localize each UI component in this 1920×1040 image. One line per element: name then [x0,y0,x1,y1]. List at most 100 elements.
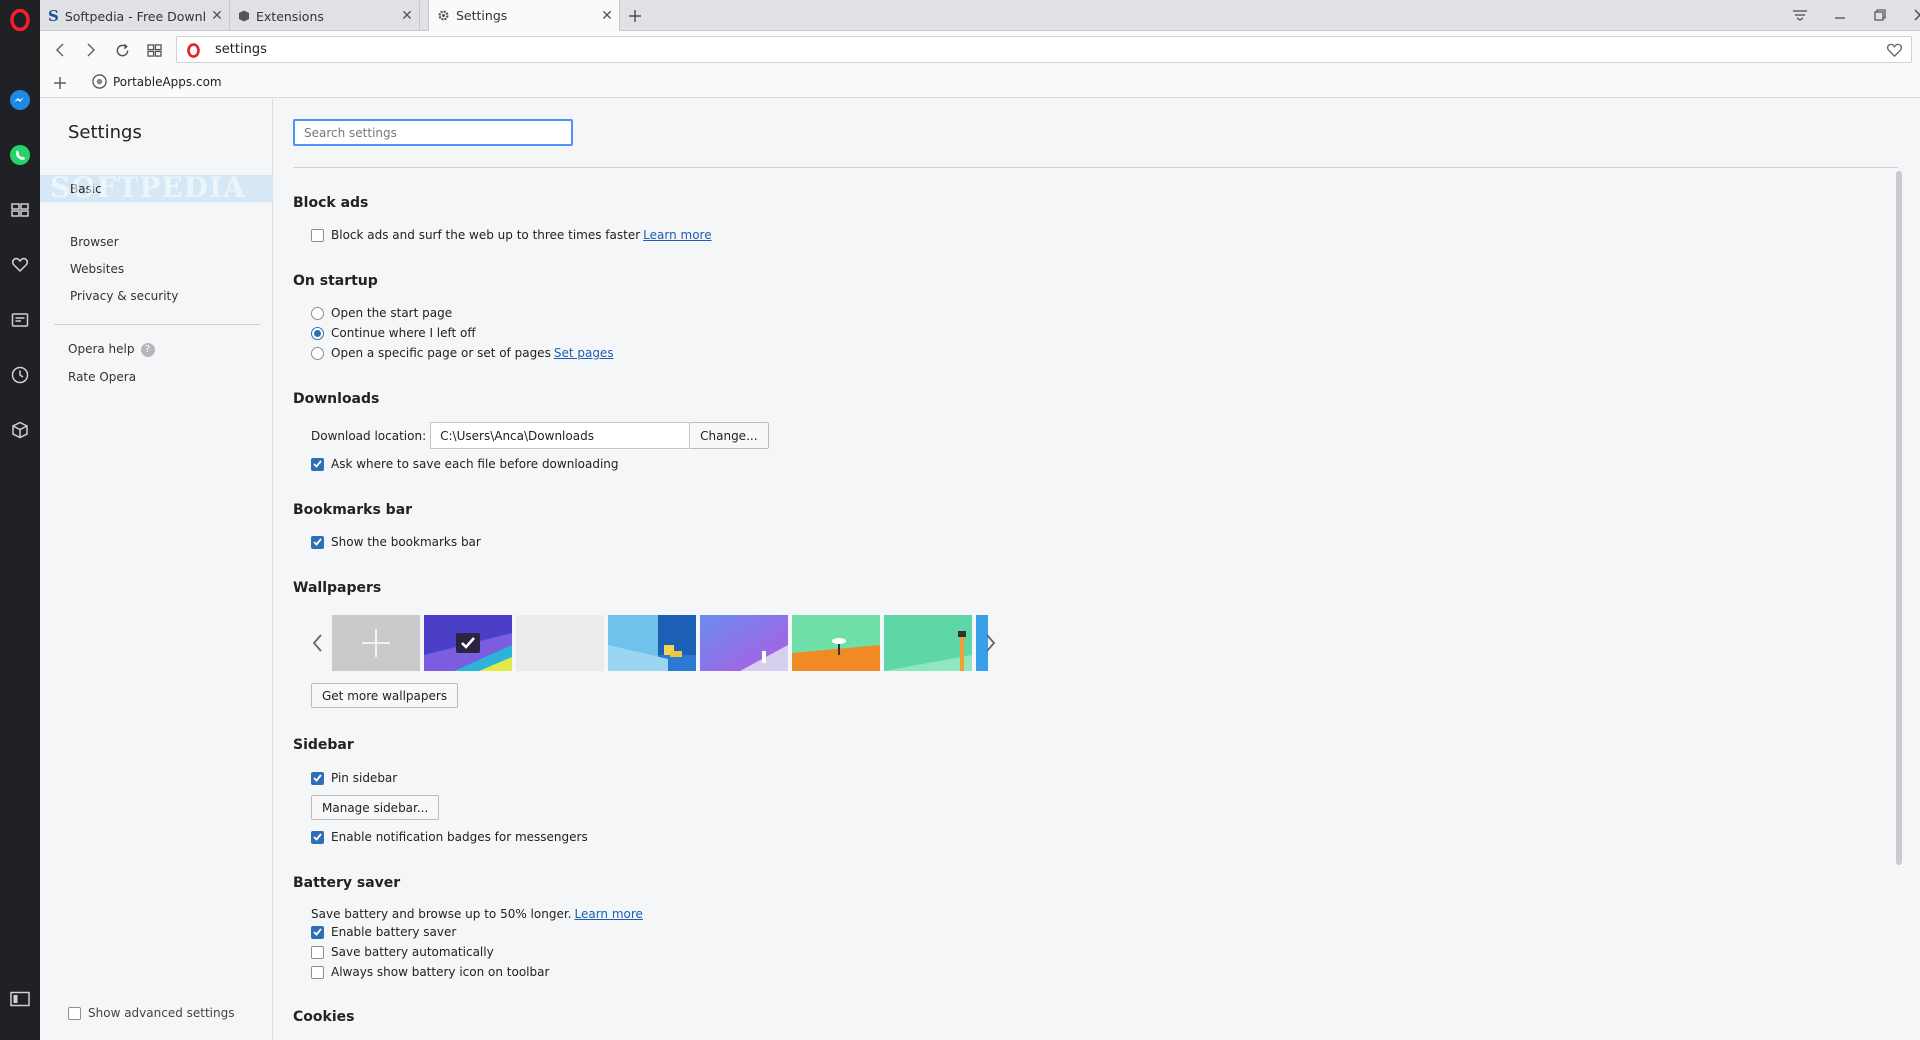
wallpaper-tile-blank[interactable] [516,615,604,671]
download-location-field[interactable]: C:\Users\Anca\Downloads [430,422,691,449]
battery-icon-toolbar-label: Always show battery icon on toolbar [331,965,550,979]
wallpaper-tile-selected[interactable] [424,615,512,671]
back-button[interactable] [45,36,75,64]
manage-sidebar-row: Manage sidebar... [311,795,440,820]
block-ads-label: Block ads and surf the web up to three t… [331,228,641,242]
scrollbar-thumb[interactable] [1896,171,1902,865]
manage-sidebar-button[interactable]: Manage sidebar... [311,795,440,820]
checkmark-icon [313,538,322,546]
close-icon[interactable]: ✕ [595,8,619,24]
get-more-wallpapers-button[interactable]: Get more wallpapers [311,683,459,708]
section-title-block-ads: Block ads [293,195,369,211]
wallpaper-tile-blue-room[interactable] [608,615,696,671]
show-advanced-label: Show advanced settings [88,1006,235,1020]
whatsapp-icon[interactable] [0,135,40,175]
wallpaper-tile-green-tower[interactable] [884,615,972,671]
opera-menu-icon[interactable] [0,0,40,40]
battery-learn-more-link[interactable]: Learn more [574,907,642,921]
change-download-location-button[interactable]: Change... [690,422,769,449]
ask-save-label: Ask where to save each file before downl… [331,457,619,471]
tab-extensions[interactable]: Extensions ✕ [230,1,420,31]
startup-radio-continue[interactable] [311,326,324,340]
section-title-battery-saver: Battery saver [293,875,401,891]
startup-radio-start-page[interactable] [311,306,324,320]
enable-battery-saver-label: Enable battery saver [331,925,457,939]
section-title-wallpapers: Wallpapers [293,580,382,596]
forward-arrow-icon [87,43,96,57]
forward-button[interactable] [76,36,106,64]
notification-badges-checkbox[interactable] [311,830,324,844]
set-pages-link[interactable]: Set pages [554,346,614,360]
close-icon[interactable]: ✕ [395,8,419,24]
add-wallpaper-tile[interactable] [332,615,420,671]
messenger-icon[interactable] [0,80,40,120]
settings-content: Search settings Block ads Block ads and … [274,99,1906,1040]
chevron-right-icon[interactable] [983,631,997,655]
close-icon[interactable]: ✕ [205,8,229,24]
block-ads-checkbox[interactable] [311,228,324,242]
show-advanced-settings[interactable]: Show advanced settings [68,1006,235,1020]
nav-item-basic[interactable]: Basic [40,175,273,202]
sidebar-toggle-icon[interactable] [0,979,40,1019]
battery-icon-toolbar-checkbox[interactable] [311,965,324,979]
address-bar[interactable]: settings [176,36,1912,63]
ask-save-checkbox[interactable] [311,457,324,471]
close-window-button[interactable] [1900,0,1920,30]
opera-logo-icon [187,43,200,58]
startup-label: Open the start page [331,306,453,320]
show-bookmarks-checkbox[interactable] [311,535,324,549]
section-title-sidebar: Sidebar [293,737,354,753]
scrollbar[interactable] [1892,99,1906,1040]
opera-help-link[interactable]: Opera help? [68,342,155,357]
opera-sidebar [0,0,40,1040]
save-battery-auto-label: Save battery automatically [331,945,494,959]
speed-dial-icon[interactable] [0,190,40,230]
startup-option-start-page: Open the start page [311,306,452,320]
nav-item-websites[interactable]: Websites [70,262,124,276]
bookmarks-heart-icon[interactable] [0,245,40,285]
speed-dial-button[interactable] [139,36,169,64]
bookmarks-bar: PortableApps.com [40,68,1920,98]
help-question-icon: ? [140,342,155,357]
nav-item-browser[interactable]: Browser [70,235,119,249]
tab-menu-button[interactable] [1780,0,1820,30]
globe-icon [92,74,107,89]
search-settings-input[interactable]: Search settings [293,119,573,146]
restore-button[interactable] [1860,0,1900,30]
startup-radio-specific[interactable] [311,346,324,360]
nav-item-privacy-security[interactable]: Privacy & security [70,289,178,303]
minimize-button[interactable] [1820,0,1860,30]
section-title-cookies: Cookies [293,1009,355,1025]
save-battery-auto-checkbox[interactable] [311,945,324,959]
page-title: Settings [68,122,142,143]
bookmark-portableapps[interactable]: PortableApps.com [92,74,222,89]
block-ads-learn-more-link[interactable]: Learn more [643,228,711,242]
chevron-left-icon[interactable] [311,631,325,655]
news-icon[interactable] [0,300,40,340]
wallpaper-gallery [311,615,996,671]
tab-menu-icon [1793,10,1807,21]
ask-save-row: Ask where to save each file before downl… [311,457,619,471]
new-tab-button[interactable] [623,4,647,28]
pin-sidebar-checkbox[interactable] [311,771,324,785]
reload-button[interactable] [107,36,137,64]
wallpaper-tile-green-orange[interactable] [792,615,880,671]
history-clock-icon[interactable] [0,355,40,395]
add-bookmark-button[interactable] [50,72,70,94]
enable-battery-saver-checkbox[interactable] [311,925,324,939]
tab-softpedia[interactable]: S Softpedia - Free Downloads ✕ [40,1,230,31]
notification-badges-label: Enable notification badges for messenger… [331,830,588,844]
rate-opera-link[interactable]: Rate Opera [68,370,136,384]
checkmark-icon [313,928,322,936]
softpedia-icon: S [48,7,59,25]
enable-battery-saver-row: Enable battery saver [311,925,456,939]
bookmark-heart-icon[interactable] [1886,42,1903,58]
tab-title: Settings [456,8,508,23]
battery-description: Save battery and browse up to 50% longer… [311,907,572,921]
pin-sidebar-label: Pin sidebar [331,771,398,785]
show-advanced-checkbox[interactable] [68,1006,81,1020]
wallpaper-tile-purple[interactable] [700,615,788,671]
tab-settings[interactable]: Settings ✕ [428,0,620,31]
extensions-cube-icon[interactable] [0,410,40,450]
address-text: settings [215,42,267,57]
